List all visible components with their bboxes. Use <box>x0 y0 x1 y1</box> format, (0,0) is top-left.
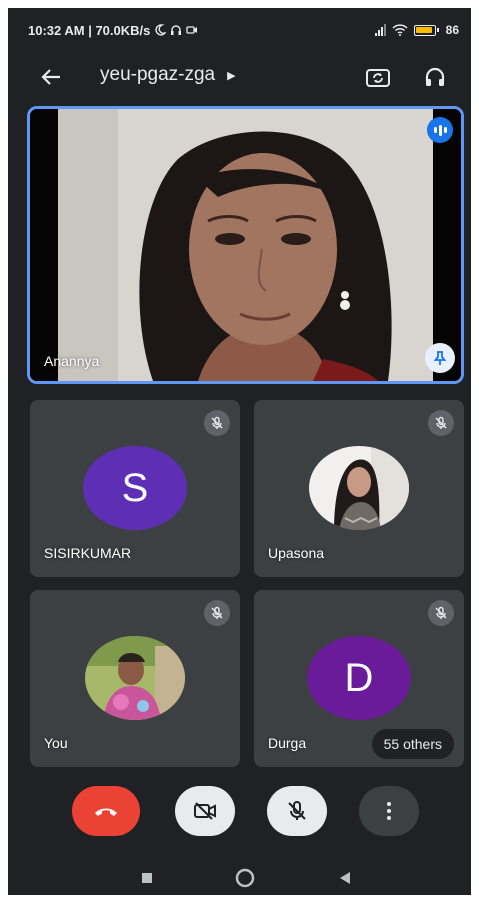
switch-camera-button[interactable] <box>363 62 393 92</box>
participant-tile[interactable]: D Durga 55 others <box>254 590 464 767</box>
end-call-button[interactable] <box>72 786 140 836</box>
app-bar: yeu-pgaz-zga ▶ <box>8 52 471 102</box>
more-vert-icon <box>387 802 391 820</box>
headset-status-icon <box>171 25 182 35</box>
wifi-icon <box>392 24 408 36</box>
avatar: S <box>83 446 187 530</box>
battery-level: 86 <box>445 23 459 37</box>
video-feed-image <box>58 109 433 381</box>
nav-back-button[interactable] <box>333 866 357 890</box>
mic-muted-icon <box>428 410 454 436</box>
participant-name: SISIRKUMAR <box>44 545 132 561</box>
moon-icon <box>155 24 167 36</box>
battery-icon <box>413 24 439 36</box>
meeting-title[interactable]: yeu-pgaz-zga ▶ <box>100 64 236 86</box>
switch-camera-icon <box>366 69 390 87</box>
headphones-icon <box>425 67 445 86</box>
back-triangle-icon <box>340 872 350 884</box>
recents-button[interactable] <box>135 866 159 890</box>
system-nav-bar <box>8 860 471 895</box>
participant-tile[interactable]: Upasona <box>254 400 464 577</box>
participant-name: Durga <box>268 735 307 751</box>
home-button[interactable] <box>233 866 257 890</box>
status-time: 10:32 AM | 70.0KB/s <box>28 22 151 38</box>
home-circle-icon <box>235 868 255 888</box>
mic-muted-icon <box>204 600 230 626</box>
mic-muted-icon <box>428 600 454 626</box>
meeting-code: yeu-pgaz-zga <box>100 64 216 85</box>
more-options-button[interactable] <box>359 786 419 836</box>
camera-status-icon <box>186 26 198 34</box>
toggle-camera-button[interactable] <box>175 786 235 836</box>
avatar: D <box>307 636 411 720</box>
pin-icon <box>433 351 447 365</box>
status-bar: 10:32 AM | 70.0KB/s 86 <box>8 8 471 52</box>
participant-video <box>58 109 433 381</box>
back-button[interactable] <box>36 62 66 92</box>
avatar <box>85 636 185 720</box>
mic-muted-icon <box>204 410 230 436</box>
participant-name: Anannya <box>44 353 100 369</box>
meet-screen: 10:32 AM | 70.0KB/s 86 yeu-pgaz-zga ▶ An… <box>8 8 471 895</box>
end-call-icon <box>95 808 117 816</box>
camera-off-icon <box>194 802 216 820</box>
pinned-participant-tile[interactable]: Anannya <box>27 106 464 384</box>
others-count-button[interactable]: 55 others <box>371 729 454 759</box>
toggle-mic-button[interactable] <box>267 786 327 836</box>
signal-icon <box>374 24 386 36</box>
participant-tile[interactable]: S SISIRKUMAR <box>30 400 240 577</box>
speaking-indicator-icon <box>427 117 453 143</box>
pin-button[interactable] <box>425 343 455 373</box>
back-arrow-icon <box>41 69 60 85</box>
caret-right-icon: ▶ <box>227 69 236 82</box>
participant-name: Upasona <box>268 545 325 561</box>
avatar <box>309 446 409 530</box>
participant-tile-self[interactable]: You <box>30 590 240 767</box>
audio-output-button[interactable] <box>420 62 450 92</box>
call-controls <box>8 786 471 846</box>
recents-square-icon <box>142 873 152 883</box>
participant-name: You <box>44 735 68 751</box>
mic-off-icon <box>288 801 306 820</box>
